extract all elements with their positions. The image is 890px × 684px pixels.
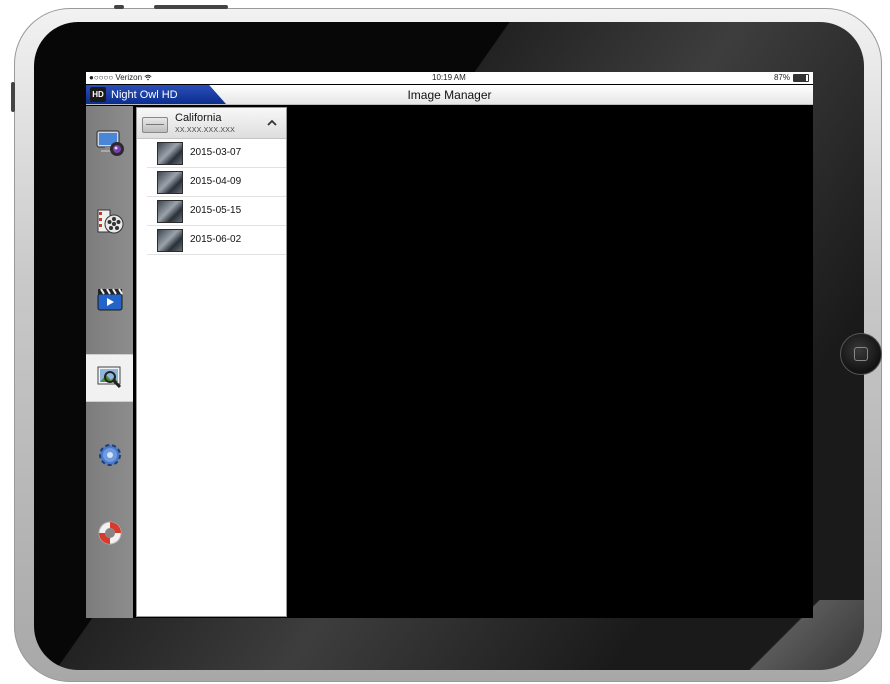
battery-icon <box>793 73 809 82</box>
date-list-item[interactable]: 2015-05-15 <box>147 197 286 226</box>
device-group-name: California <box>175 112 222 124</box>
nav-bar: HD Night Owl HD Image Manager <box>86 85 813 105</box>
sidebar-item-playback[interactable] <box>86 198 133 244</box>
home-button[interactable] <box>840 333 882 375</box>
support-lifebuoy-icon <box>98 521 121 545</box>
snapshot-thumbnail <box>157 200 183 223</box>
home-square-icon <box>854 347 868 361</box>
device-group-header[interactable]: California XX.XXX.XXX.XXX <box>137 108 286 139</box>
battery-fill <box>794 74 807 81</box>
date-list-item[interactable]: 2015-03-07 <box>147 139 286 168</box>
video-clapperboard-icon <box>97 288 123 311</box>
page-title: Image Manager <box>407 88 492 102</box>
wifi-icon <box>144 74 152 81</box>
sidebar-item-settings[interactable] <box>86 432 133 478</box>
dvr-device-icon <box>142 117 168 133</box>
date-label: 2015-04-09 <box>190 176 242 187</box>
clock: 10:19 AM <box>432 73 466 82</box>
date-list-item[interactable]: 2015-06-02 <box>147 226 286 255</box>
power-button <box>11 82 15 112</box>
sidebar-item-live-view[interactable] <box>86 120 133 166</box>
status-bar: ●○○○○ Verizon 10:19 AM 87% <box>86 72 813 84</box>
snapshot-thumbnail <box>157 142 183 165</box>
image-viewer-area <box>289 106 813 618</box>
date-label: 2015-05-15 <box>190 205 242 216</box>
app-screen: ●○○○○ Verizon 10:19 AM 87% HD Night Owl … <box>86 72 813 618</box>
date-list: 2015-03-07 2015-04-09 2015-05-15 2015-06… <box>137 139 286 255</box>
snapshot-thumbnail <box>157 229 183 252</box>
sidebar-item-image-manager[interactable] <box>86 354 133 402</box>
settings-gear-icon <box>98 444 121 466</box>
image-date-panel: California XX.XXX.XXX.XXX 2015-03-07 201… <box>136 107 287 617</box>
image-manager-magnifier-icon <box>97 366 121 389</box>
battery-status: 87% <box>774 73 809 82</box>
device-group-ip: XX.XXX.XXX.XXX <box>175 127 235 134</box>
playback-film-reel-icon <box>97 209 123 234</box>
date-list-item[interactable]: 2015-04-09 <box>147 168 286 197</box>
chevron-up-icon[interactable] <box>266 117 278 129</box>
carrier-label: ●○○○○ Verizon <box>89 73 152 82</box>
volume-button <box>154 5 228 9</box>
live-view-monitor-icon <box>96 130 124 156</box>
date-label: 2015-03-07 <box>190 147 242 158</box>
mute-switch <box>114 5 124 9</box>
sidebar-item-video[interactable] <box>86 276 133 322</box>
sidebar-item-support[interactable] <box>86 510 133 556</box>
snapshot-thumbnail <box>157 171 183 194</box>
date-label: 2015-06-02 <box>190 234 242 245</box>
sidebar <box>86 106 133 618</box>
